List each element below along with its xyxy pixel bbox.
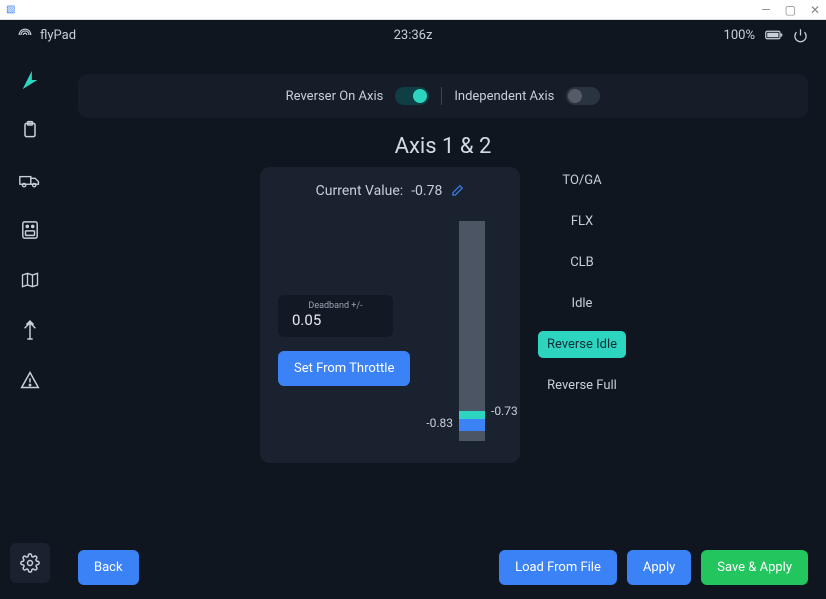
detent-idle[interactable]: Idle xyxy=(538,290,626,317)
detent-reverse-full[interactable]: Reverse Full xyxy=(538,372,626,399)
apply-button[interactable]: Apply xyxy=(627,550,691,585)
titlebar: ▧ — ▢ ✕ xyxy=(0,0,826,20)
sidebar-item-clipboard[interactable] xyxy=(18,118,42,142)
independent-axis-label: Independent Axis xyxy=(454,89,554,104)
os-window: ▧ — ▢ ✕ flyPad 23:36z 100% xyxy=(0,0,826,599)
sidebar-item-navigation[interactable] xyxy=(18,268,42,292)
back-button[interactable]: Back xyxy=(78,550,139,585)
load-from-file-button[interactable]: Load From File xyxy=(499,550,617,585)
sidebar-item-ground[interactable] xyxy=(18,168,42,192)
axis-title: Axis 1 & 2 xyxy=(78,134,808,159)
app-window-icon: ▧ xyxy=(6,4,15,15)
detent-list: TO/GA FLX CLB Idle Reverse Idle Reverse Full xyxy=(538,167,626,463)
reverser-on-axis-toggle[interactable] xyxy=(395,87,429,105)
edit-icon[interactable] xyxy=(450,184,464,198)
main-content: Reverser On Axis Independent Axis Axis 1… xyxy=(60,50,826,599)
battery-icon xyxy=(765,29,783,41)
minimize-button[interactable]: — xyxy=(761,3,770,17)
toggle-separator xyxy=(441,87,442,105)
throttle-bar: -0.73 -0.83 xyxy=(442,221,502,441)
battery-percent: 100% xyxy=(724,28,755,43)
axis-panel: Current Value: -0.78 Deadband +/- xyxy=(260,167,520,463)
bar-deadband-region xyxy=(459,411,485,419)
sidebar-item-atc[interactable] xyxy=(18,318,42,342)
deadband-label: Deadband +/- xyxy=(292,301,379,311)
gear-icon xyxy=(20,553,40,573)
independent-axis-toggle[interactable] xyxy=(566,87,600,105)
sidebar xyxy=(0,50,60,599)
detent-reverse-idle[interactable]: Reverse Idle xyxy=(538,331,626,358)
app-root: flyPad 23:36z 100% xyxy=(0,20,826,599)
close-button[interactable]: ✕ xyxy=(810,3,820,17)
signal-icon xyxy=(18,28,32,42)
top-bar: flyPad 23:36z 100% xyxy=(0,20,826,50)
deadband-input[interactable]: Deadband +/- 0.05 xyxy=(278,295,393,337)
maximize-button[interactable]: ▢ xyxy=(785,3,796,17)
reverser-on-axis-label: Reverser On Axis xyxy=(286,89,384,104)
set-from-throttle-button[interactable]: Set From Throttle xyxy=(278,351,410,386)
app-body: Reverser On Axis Independent Axis Axis 1… xyxy=(0,50,826,599)
detent-flx[interactable]: FLX xyxy=(538,208,626,235)
range-lower-label: -0.83 xyxy=(426,416,453,430)
clock: 23:36z xyxy=(394,28,433,43)
range-upper-label: -0.73 xyxy=(491,404,518,418)
sidebar-item-performance[interactable] xyxy=(18,218,42,242)
current-value: -0.78 xyxy=(411,183,442,199)
sidebar-item-failures[interactable] xyxy=(18,368,42,392)
detent-clb[interactable]: CLB xyxy=(538,249,626,276)
deadband-value: 0.05 xyxy=(292,311,379,329)
detent-to-ga[interactable]: TO/GA xyxy=(538,167,626,194)
sidebar-item-home[interactable] xyxy=(18,68,42,92)
bar-current-region xyxy=(459,419,485,431)
power-icon[interactable] xyxy=(793,28,808,43)
footer-buttons: Back Load From File Apply Save & Apply xyxy=(78,550,808,585)
app-title: flyPad xyxy=(40,28,76,43)
sidebar-item-settings[interactable] xyxy=(10,543,50,583)
current-value-label: Current Value: xyxy=(316,183,404,199)
axis-toggle-bar: Reverser On Axis Independent Axis xyxy=(78,74,808,118)
save-apply-button[interactable]: Save & Apply xyxy=(701,550,808,585)
